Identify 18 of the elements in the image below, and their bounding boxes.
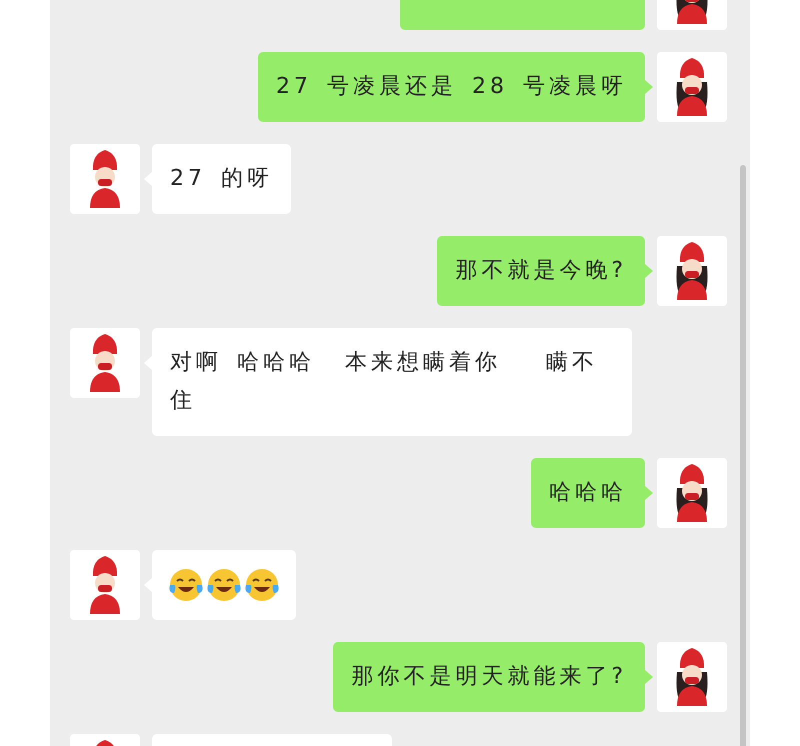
bubble-tail bbox=[645, 264, 653, 278]
laughing-crying-emoji-icon bbox=[206, 567, 242, 603]
avatar[interactable] bbox=[657, 642, 727, 712]
scrollbar-thumb[interactable] bbox=[740, 165, 746, 746]
laughing-crying-emoji-icon bbox=[168, 567, 204, 603]
bubble-tail bbox=[645, 80, 653, 94]
message-bubble: 那不就是今晚? bbox=[437, 236, 645, 306]
bubble-tail bbox=[645, 670, 653, 684]
message-bubble: 哈哈哈 bbox=[531, 458, 645, 528]
message-bubble: 对啊 哈哈哈 本来想瞒着你 瞒不住 bbox=[152, 328, 632, 436]
bubble-tail bbox=[645, 486, 653, 500]
laughing-crying-emoji-icon bbox=[244, 567, 280, 603]
avatar[interactable] bbox=[657, 52, 727, 122]
message-bubble: 27 号凌晨还是 28 号凌晨呀 bbox=[258, 52, 645, 122]
avatar[interactable] bbox=[657, 458, 727, 528]
message-bubble: 那你不是明天就能来了? bbox=[333, 642, 645, 712]
avatar[interactable] bbox=[657, 236, 727, 306]
message-bubble: 27 的呀 bbox=[152, 144, 291, 214]
